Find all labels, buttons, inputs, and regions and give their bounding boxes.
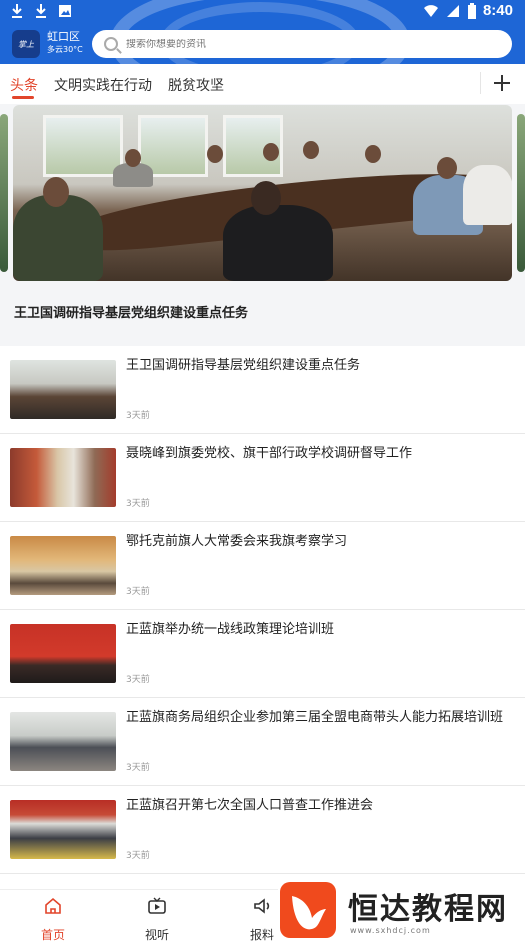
photo-head xyxy=(365,145,381,163)
nav-label: 视听 xyxy=(144,928,169,941)
photo-person xyxy=(13,195,103,281)
watermark-text: 恒达教程网 xyxy=(348,891,508,927)
status-right: 8:40 xyxy=(423,2,513,19)
photo-head xyxy=(437,157,457,179)
plus-icon xyxy=(494,75,510,91)
signal-icon xyxy=(446,4,459,17)
nav-label: 首页 xyxy=(40,928,65,941)
news-time: 3天前 xyxy=(126,675,150,685)
status-left xyxy=(10,3,72,19)
tab-civilization-practice[interactable]: 文明实践在行动 xyxy=(54,75,152,95)
news-time: 3天前 xyxy=(126,763,150,773)
battery-icon xyxy=(467,2,476,19)
download-icon xyxy=(36,4,46,18)
list-item[interactable]: 鄂托克前旗人大常委会来我旗考察学习 3天前 xyxy=(0,522,525,610)
photo-person xyxy=(463,165,512,225)
app-logo[interactable]: 掌上 xyxy=(12,30,40,58)
app-header: 8:40 掌上 虹口区 多云30°C xyxy=(0,0,525,64)
bird-icon xyxy=(292,895,326,929)
list-item[interactable]: 王卫国调研指导基层党组织建设重点任务 3天前 xyxy=(0,346,525,434)
tab-poverty-alleviation[interactable]: 脱贫攻坚 xyxy=(168,75,224,95)
wifi-icon xyxy=(423,4,438,17)
news-time: 3天前 xyxy=(126,411,150,421)
photo-person xyxy=(223,205,333,281)
banner-image[interactable] xyxy=(13,105,512,281)
nav-video[interactable]: 视听 xyxy=(132,896,182,941)
list-item[interactable]: 正蓝旗举办统一战线政策理论培训班 3天前 xyxy=(0,610,525,698)
news-thumbnail xyxy=(10,624,116,683)
news-time: 3天前 xyxy=(126,499,150,509)
sound-icon xyxy=(254,898,270,914)
active-tab-indicator xyxy=(12,96,34,99)
download-icon xyxy=(12,4,22,18)
news-thumbnail xyxy=(10,360,116,419)
watermark-logo xyxy=(280,881,336,938)
news-thumbnail xyxy=(10,448,116,507)
news-title: 正蓝旗召开第七次全国人口普查工作推进会 xyxy=(126,798,374,813)
image-icon xyxy=(59,5,71,17)
news-title: 王卫国调研指导基层党组织建设重点任务 xyxy=(126,358,361,373)
search-icon xyxy=(104,37,118,51)
photo-head xyxy=(43,177,69,207)
banner-carousel[interactable]: 王卫国调研指导基层党组织建设重点任务 xyxy=(0,104,525,346)
photo-window xyxy=(43,115,123,177)
news-list: 王卫国调研指导基层党组织建设重点任务 3天前 聂晓峰到旗委党校、旗干部行政学校调… xyxy=(0,346,525,874)
location-weather[interactable]: 虹口区 多云30°C xyxy=(47,30,83,56)
photo-head xyxy=(125,149,141,167)
nav-home[interactable]: 首页 xyxy=(28,896,78,941)
banner-prev-peek xyxy=(0,114,8,272)
news-title: 正蓝旗商务局组织企业参加第三届全盟电商带头人能力拓展培训班 xyxy=(126,710,504,725)
tab-divider xyxy=(480,72,481,94)
news-time: 3天前 xyxy=(126,587,150,597)
site-watermark: 恒达教程网 www.sxhdcj.com xyxy=(278,878,525,941)
search-bar[interactable] xyxy=(92,30,512,58)
news-title: 聂晓峰到旗委党校、旗干部行政学校调研督导工作 xyxy=(126,446,413,461)
weather-text: 多云30°C xyxy=(47,45,83,54)
home-icon xyxy=(45,897,61,914)
list-item[interactable]: 正蓝旗召开第七次全国人口普查工作推进会 3天前 xyxy=(0,786,525,874)
banner-next-peek xyxy=(517,114,525,272)
category-tabs: 头条 文明实践在行动 脱贫攻坚 xyxy=(0,64,525,104)
list-item[interactable]: 正蓝旗商务局组织企业参加第三届全盟电商带头人能力拓展培训班 3天前 xyxy=(0,698,525,786)
news-thumbnail xyxy=(10,800,116,859)
location-city: 虹口区 xyxy=(47,30,80,43)
banner-title[interactable]: 王卫国调研指导基层党组织建设重点任务 xyxy=(14,302,248,321)
search-input[interactable] xyxy=(126,38,486,50)
status-bar: 8:40 xyxy=(0,0,525,24)
photo-head xyxy=(207,145,223,163)
photo-head xyxy=(263,143,279,161)
watermark-url: www.sxhdcj.com xyxy=(350,926,431,935)
list-item[interactable]: 聂晓峰到旗委党校、旗干部行政学校调研督导工作 3天前 xyxy=(0,434,525,522)
news-title: 鄂托克前旗人大常委会来我旗考察学习 xyxy=(126,534,348,549)
news-thumbnail xyxy=(10,712,116,771)
tab-headlines[interactable]: 头条 xyxy=(10,75,38,95)
add-channel-button[interactable] xyxy=(489,70,515,96)
clock: 8:40 xyxy=(482,2,513,19)
photo-head xyxy=(251,181,281,215)
photo-head xyxy=(303,141,319,159)
video-icon xyxy=(148,897,166,914)
news-thumbnail xyxy=(10,536,116,595)
news-time: 3天前 xyxy=(126,851,150,861)
news-title: 正蓝旗举办统一战线政策理论培训班 xyxy=(126,622,335,637)
